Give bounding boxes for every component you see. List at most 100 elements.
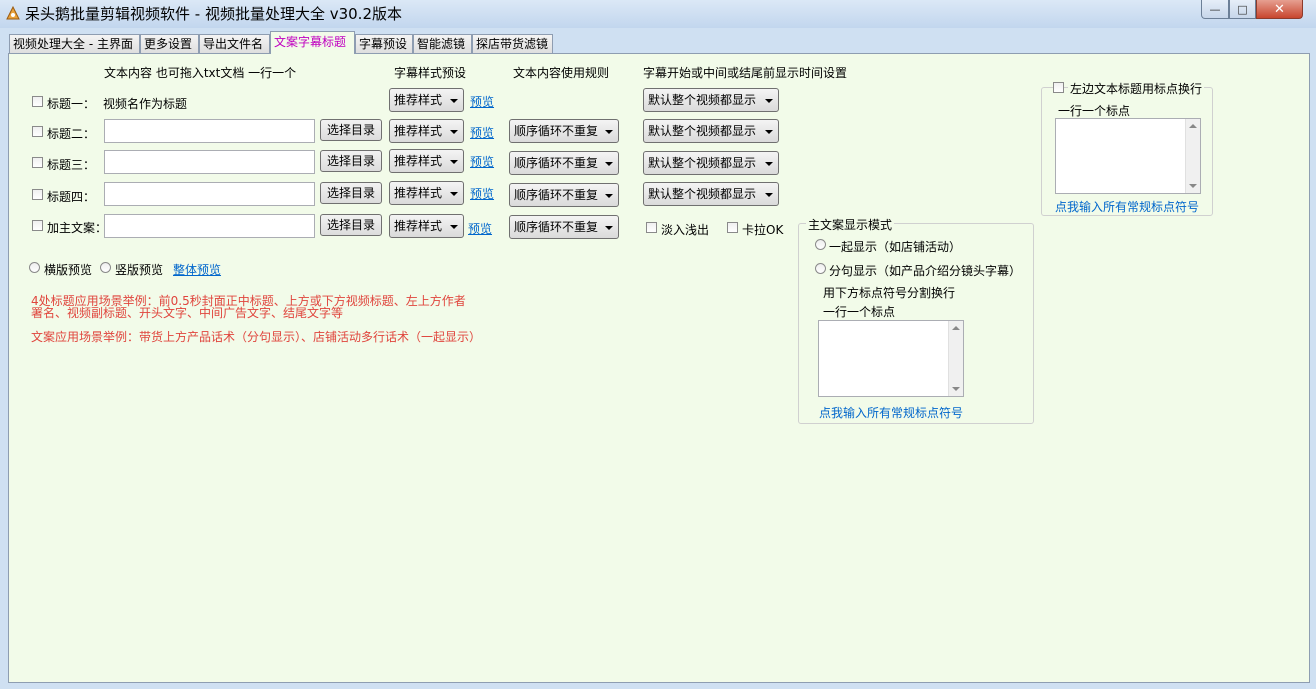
main-text-style-value: 推荐样式: [394, 219, 443, 233]
title2-choose-dir-button[interactable]: 选择目录: [320, 119, 382, 141]
left-punct-label: 左边文本标题用标点换行: [1068, 80, 1205, 97]
fade-checkbox[interactable]: [646, 222, 657, 233]
left-per-line-label: 一行一个标点: [1058, 104, 1131, 118]
portrait-preview-radio[interactable]: [100, 262, 111, 273]
chevron-down-icon: [765, 99, 773, 103]
left-punctuation-textarea[interactable]: [1055, 118, 1201, 194]
header-style-preset: 字幕样式预设: [394, 66, 467, 80]
main-text-rule-value: 顺序循环不重复: [514, 220, 599, 234]
portrait-preview-label: 竖版预览: [115, 263, 164, 277]
main-text-usage-note: 文案应用场景举例：带货上方产品话术（分句显示）、店铺活动多行话术（一起显示）: [31, 330, 482, 344]
left-punct-checkbox[interactable]: [1053, 82, 1064, 93]
title4-rule-select[interactable]: 顺序循环不重复: [509, 183, 619, 207]
chevron-down-icon: [765, 193, 773, 197]
title3-style-select[interactable]: 推荐样式: [389, 149, 464, 173]
chevron-down-icon: [450, 192, 458, 196]
title3-time-select[interactable]: 默认整个视频都显示: [643, 151, 779, 175]
title1-style-value: 推荐样式: [394, 93, 443, 107]
title3-input[interactable]: [104, 150, 315, 174]
header-text-content: 文本内容 也可拖入txt文档 一行一个: [104, 66, 297, 80]
show-sentence-label: 分句显示（如产品介绍分镜头字幕）: [829, 264, 1022, 278]
title3-checkbox[interactable]: [32, 157, 43, 168]
chevron-down-icon: [450, 160, 458, 164]
tab-text-subtitle-title[interactable]: 文案字幕标题: [270, 31, 355, 54]
scroll-down-icon: [1189, 184, 1197, 188]
main-text-style-select[interactable]: 推荐样式: [389, 214, 464, 238]
title2-input[interactable]: [104, 119, 315, 143]
show-together-label: 一起显示（如店铺活动）: [829, 240, 962, 254]
title1-source-text: 视频名作为标题: [103, 97, 188, 111]
title4-input[interactable]: [104, 182, 315, 206]
chevron-down-icon: [605, 194, 613, 198]
header-display-time: 字幕开始或中间或结尾前显示时间设置: [643, 66, 848, 80]
title1-checkbox[interactable]: [32, 96, 43, 107]
title4-time-select[interactable]: 默认整个视频都显示: [643, 182, 779, 206]
split-hint-label: 用下方标点符号分割换行: [823, 286, 956, 300]
title4-style-value: 推荐样式: [394, 186, 443, 200]
title2-label: 标题二：: [47, 127, 96, 141]
chevron-down-icon: [605, 226, 613, 230]
karaoke-checkbox[interactable]: [727, 222, 738, 233]
minimize-button[interactable]: —: [1201, 0, 1229, 19]
maximize-button[interactable]: □: [1229, 0, 1256, 19]
tab-export-filename[interactable]: 导出文件名: [199, 34, 270, 53]
title1-style-select[interactable]: 推荐样式: [389, 88, 464, 112]
title2-style-select[interactable]: 推荐样式: [389, 119, 464, 143]
app-icon: [6, 5, 20, 20]
title4-preview-link[interactable]: 预览: [470, 185, 494, 202]
landscape-preview-radio[interactable]: [29, 262, 40, 273]
main-text-input[interactable]: [104, 214, 315, 238]
chevron-down-icon: [450, 99, 458, 103]
tab-store-filter[interactable]: 探店带货滤镜: [472, 34, 553, 53]
show-together-radio[interactable]: [815, 239, 826, 250]
title2-checkbox[interactable]: [32, 126, 43, 137]
title2-rule-value: 顺序循环不重复: [514, 124, 599, 138]
textarea-scrollbar[interactable]: [1185, 119, 1200, 193]
tab-more-settings[interactable]: 更多设置: [140, 34, 199, 53]
fade-label: 淡入浅出: [661, 223, 710, 237]
scroll-up-icon: [952, 326, 960, 330]
main-punctuation-link[interactable]: 点我输入所有常规标点符号: [819, 404, 963, 421]
title3-style-value: 推荐样式: [394, 154, 443, 168]
title4-choose-dir-button[interactable]: 选择目录: [320, 182, 382, 204]
chevron-down-icon: [765, 162, 773, 166]
chevron-down-icon: [450, 225, 458, 229]
tab-main[interactable]: 视频处理大全 - 主界面: [9, 34, 140, 53]
title2-rule-select[interactable]: 顺序循环不重复: [509, 119, 619, 143]
title3-choose-dir-button[interactable]: 选择目录: [320, 150, 382, 172]
main-text-label: 加主文案：: [47, 221, 108, 235]
main-text-rule-select[interactable]: 顺序循环不重复: [509, 215, 619, 239]
close-button[interactable]: ✕: [1256, 0, 1303, 19]
scroll-up-icon: [1189, 124, 1197, 128]
title2-time-select[interactable]: 默认整个视频都显示: [643, 119, 779, 143]
title4-label: 标题四：: [47, 190, 96, 204]
overall-preview-link[interactable]: 整体预览: [173, 261, 221, 278]
title2-time-value: 默认整个视频都显示: [648, 124, 757, 138]
landscape-preview-label: 横版预览: [44, 263, 93, 277]
main-text-preview-link[interactable]: 预览: [468, 220, 492, 237]
title3-preview-link[interactable]: 预览: [470, 153, 494, 170]
tab-subtitle-preset[interactable]: 字幕预设: [355, 34, 413, 53]
title4-style-select[interactable]: 推荐样式: [389, 181, 464, 205]
chevron-down-icon: [605, 162, 613, 166]
main-text-choose-dir-button[interactable]: 选择目录: [320, 214, 382, 236]
title1-time-select[interactable]: 默认整个视频都显示: [643, 88, 779, 112]
title3-rule-value: 顺序循环不重复: [514, 156, 599, 170]
main-punctuation-textarea[interactable]: [818, 320, 964, 397]
title3-rule-select[interactable]: 顺序循环不重复: [509, 151, 619, 175]
title1-preview-link[interactable]: 预览: [470, 93, 494, 110]
textarea-scrollbar[interactable]: [948, 321, 963, 396]
header-usage-rule: 文本内容使用规则: [513, 66, 610, 80]
chevron-down-icon: [605, 130, 613, 134]
main-per-line-label: 一行一个标点: [823, 305, 896, 319]
tab-smart-filter[interactable]: 智能滤镜: [413, 34, 472, 53]
title-bar: 呆头鹅批量剪辑视频软件 - 视频批量处理大全 v30.2版本: [0, 0, 1316, 28]
title4-checkbox[interactable]: [32, 189, 43, 200]
title2-preview-link[interactable]: 预览: [470, 124, 494, 141]
main-text-checkbox[interactable]: [32, 220, 43, 231]
titles-usage-note-line2: 署名、视频副标题、开头文字、中间广告文字、结尾文字等: [31, 306, 344, 320]
left-punctuation-link[interactable]: 点我输入所有常规标点符号: [1055, 198, 1199, 215]
scroll-down-icon: [952, 387, 960, 391]
show-sentence-radio[interactable]: [815, 263, 826, 274]
title4-time-value: 默认整个视频都显示: [648, 187, 757, 201]
